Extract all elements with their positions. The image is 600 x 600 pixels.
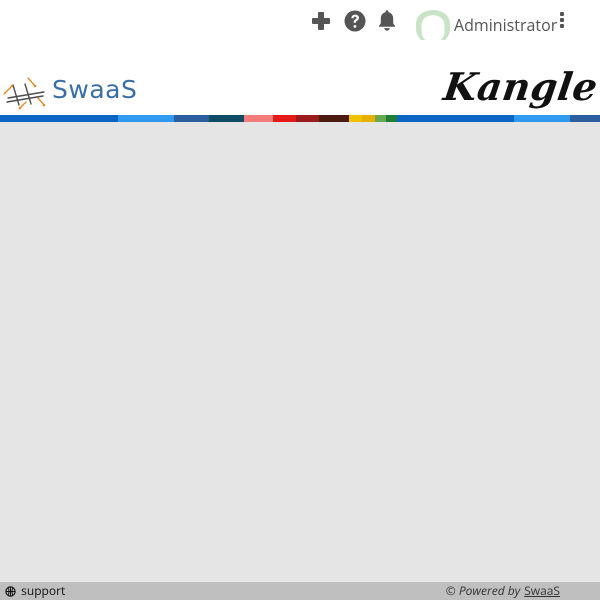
- user-name[interactable]: Administrator: [454, 14, 557, 36]
- vertical-dots-icon[interactable]: [560, 12, 568, 30]
- main-content-area: [0, 122, 600, 582]
- question-circle-icon[interactable]: [344, 10, 366, 32]
- avatar[interactable]: [415, 9, 451, 40]
- plus-icon[interactable]: [311, 11, 331, 31]
- brand-color-stripe: [0, 115, 600, 122]
- brand-bar: SwaaS Kangle: [0, 58, 600, 115]
- support-label: support: [21, 582, 66, 599]
- powered-by-link[interactable]: SwaaS: [524, 582, 560, 600]
- kangle-brand-text: Kangle: [440, 64, 600, 109]
- top-navigation-bar: Administrator: [0, 0, 600, 58]
- bell-icon[interactable]: [376, 9, 398, 32]
- globe-icon: [5, 586, 16, 597]
- powered-by-text: © Powered by: [445, 582, 521, 599]
- support-link[interactable]: support: [5, 582, 65, 600]
- swaas-brand-text: SwaaS: [52, 75, 138, 104]
- footer-bar: support © Powered by SwaaS: [0, 582, 600, 600]
